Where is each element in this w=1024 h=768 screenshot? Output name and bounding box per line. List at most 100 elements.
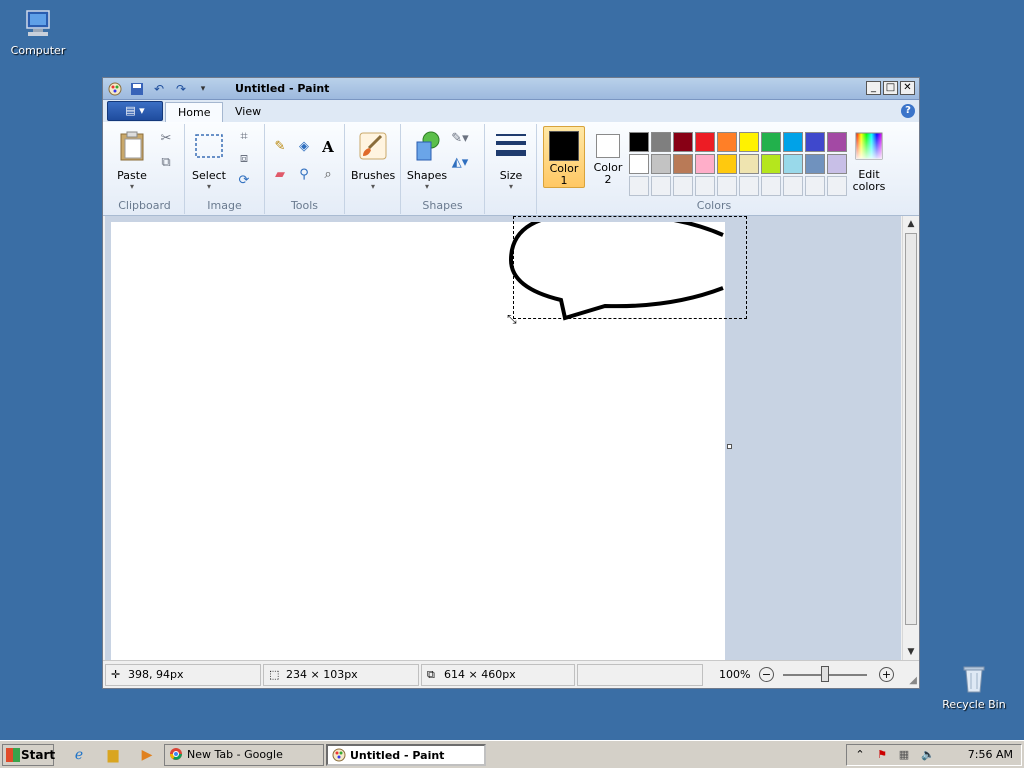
custom-color-slot[interactable] — [695, 176, 715, 196]
color-swatch[interactable] — [827, 132, 847, 152]
color-swatch[interactable] — [739, 132, 759, 152]
vertical-scrollbar[interactable]: ▲ ▼ — [902, 216, 919, 660]
media-player-icon[interactable]: ▶ — [138, 746, 156, 764]
custom-color-slot[interactable] — [673, 176, 693, 196]
redo-icon[interactable]: ↷ — [173, 81, 189, 97]
canvas-area[interactable]: ⤡ — [105, 216, 901, 660]
color-swatch[interactable] — [629, 154, 649, 174]
color-swatch[interactable] — [629, 132, 649, 152]
resize-icon[interactable]: ⧈ — [235, 150, 253, 168]
scroll-thumb[interactable] — [905, 233, 917, 625]
color-swatch[interactable] — [673, 132, 693, 152]
custom-color-slot[interactable] — [761, 176, 781, 196]
help-icon[interactable]: ? — [901, 104, 915, 118]
selection-handle-corner[interactable]: ⤡ — [507, 312, 517, 327]
selection-box[interactable] — [513, 216, 747, 319]
magnifier-icon[interactable]: ⌕ — [319, 166, 337, 184]
custom-color-slot[interactable] — [629, 176, 649, 196]
custom-color-slot[interactable] — [783, 176, 803, 196]
color-swatch[interactable] — [783, 154, 803, 174]
taskbar-chrome[interactable]: New Tab - Google Chrome — [164, 744, 324, 766]
text-tool-icon[interactable]: A — [319, 138, 337, 156]
color2-button[interactable]: Color 2 — [589, 126, 627, 188]
paint-menu-button[interactable]: ▤ ▾ — [107, 101, 163, 121]
copy-icon[interactable]: ⧉ — [157, 154, 175, 172]
color-swatch[interactable] — [805, 154, 825, 174]
color-swatch[interactable] — [805, 132, 825, 152]
save-icon[interactable] — [129, 81, 145, 97]
color-swatch[interactable] — [717, 132, 737, 152]
action-center-icon[interactable]: ⚑ — [875, 748, 889, 762]
crop-icon[interactable]: ⌗ — [235, 128, 253, 146]
desktop-icon-recycle-label: Recycle Bin — [942, 698, 1006, 711]
tab-view[interactable]: View — [223, 102, 273, 122]
select-button[interactable]: Select ▾ — [189, 130, 229, 191]
customize-quick-access-icon[interactable]: ▾ — [195, 81, 211, 97]
fill-bucket-icon[interactable]: ◈ — [295, 138, 313, 156]
eraser-icon[interactable]: ▰ — [271, 166, 289, 184]
color-picker-icon[interactable]: ⚲ — [295, 166, 313, 184]
minimize-button[interactable]: _ — [866, 81, 881, 95]
explorer-icon[interactable]: ▆ — [104, 746, 122, 764]
cursor-position-icon: ✛ — [111, 668, 121, 681]
brushes-button[interactable]: Brushes ▾ — [351, 130, 395, 191]
color1-button[interactable]: Color 1 — [543, 126, 585, 188]
group-clipboard: Paste ▾ ✂ ⧉ Clipboard — [105, 124, 185, 214]
start-button[interactable]: Start — [2, 744, 55, 766]
custom-color-slot[interactable] — [805, 176, 825, 196]
clock[interactable]: 7:56 AM — [968, 748, 1013, 761]
desktop-icon-computer[interactable]: Computer — [0, 8, 76, 57]
status-cursor-position: ✛ 398, 94px — [105, 664, 261, 686]
status-empty-segment — [577, 664, 703, 686]
zoom-slider-thumb[interactable] — [821, 666, 829, 682]
color-swatch[interactable] — [761, 154, 781, 174]
color-swatch[interactable] — [827, 154, 847, 174]
zoom-out-button[interactable]: − — [759, 667, 774, 682]
rotate-icon[interactable]: ⟳ — [235, 172, 253, 190]
resize-grip-icon[interactable]: ◢ — [909, 675, 917, 686]
undo-icon[interactable]: ↶ — [151, 81, 167, 97]
color-swatch[interactable] — [783, 132, 803, 152]
ribbon-tab-row: ▤ ▾ Home View ? — [103, 100, 919, 122]
color-swatch[interactable] — [695, 132, 715, 152]
ie-icon[interactable]: ℯ — [70, 746, 88, 764]
zoom-in-button[interactable]: + — [879, 667, 894, 682]
color-swatch[interactable] — [739, 154, 759, 174]
title-bar[interactable]: ↶ ↷ ▾ Untitled - Paint _ □ ✕ — [103, 78, 919, 100]
desktop-icon-recycle-bin[interactable]: Recycle Bin — [936, 662, 1012, 711]
scroll-up-arrow[interactable]: ▲ — [903, 216, 919, 232]
drawing-canvas[interactable]: ⤡ — [111, 216, 747, 660]
color2-label: Color 2 — [593, 161, 623, 186]
outline-icon[interactable]: ✎▾ — [451, 130, 469, 148]
shapes-button[interactable]: Shapes ▾ — [405, 130, 449, 191]
color-swatch[interactable] — [651, 132, 671, 152]
color-swatch[interactable] — [695, 154, 715, 174]
close-button[interactable]: ✕ — [900, 81, 915, 95]
scroll-down-arrow[interactable]: ▼ — [903, 644, 919, 660]
custom-color-slot[interactable] — [651, 176, 671, 196]
color-swatch[interactable] — [651, 154, 671, 174]
menu-icon: ▤ ▾ — [125, 104, 145, 117]
maximize-button[interactable]: □ — [883, 81, 898, 95]
paste-button[interactable]: Paste ▾ — [113, 130, 151, 191]
tab-home[interactable]: Home — [165, 102, 224, 122]
tray-expand-icon[interactable]: ⌃ — [853, 748, 867, 762]
taskbar-paint[interactable]: Untitled - Paint — [326, 744, 486, 766]
pencil-icon[interactable]: ✎ — [271, 138, 289, 156]
edit-colors-button[interactable]: Edit colors — [849, 130, 889, 193]
color-swatch[interactable] — [717, 154, 737, 174]
fill-icon[interactable]: ◭▾ — [451, 154, 469, 172]
custom-color-slot[interactable] — [739, 176, 759, 196]
size-button[interactable]: Size ▾ — [491, 130, 531, 191]
color-swatch[interactable] — [761, 132, 781, 152]
selection-size-text: 234 × 103px — [286, 668, 358, 681]
color-swatch[interactable] — [673, 154, 693, 174]
volume-muted-icon[interactable]: 🔈 — [921, 748, 935, 762]
color1-swatch — [549, 131, 579, 161]
canvas-size-text: 614 × 460px — [444, 668, 516, 681]
custom-color-slot[interactable] — [827, 176, 847, 196]
canvas-resize-handle[interactable] — [727, 444, 732, 449]
network-icon[interactable]: ▦ — [897, 748, 911, 762]
custom-color-slot[interactable] — [717, 176, 737, 196]
cut-icon[interactable]: ✂ — [157, 130, 175, 148]
